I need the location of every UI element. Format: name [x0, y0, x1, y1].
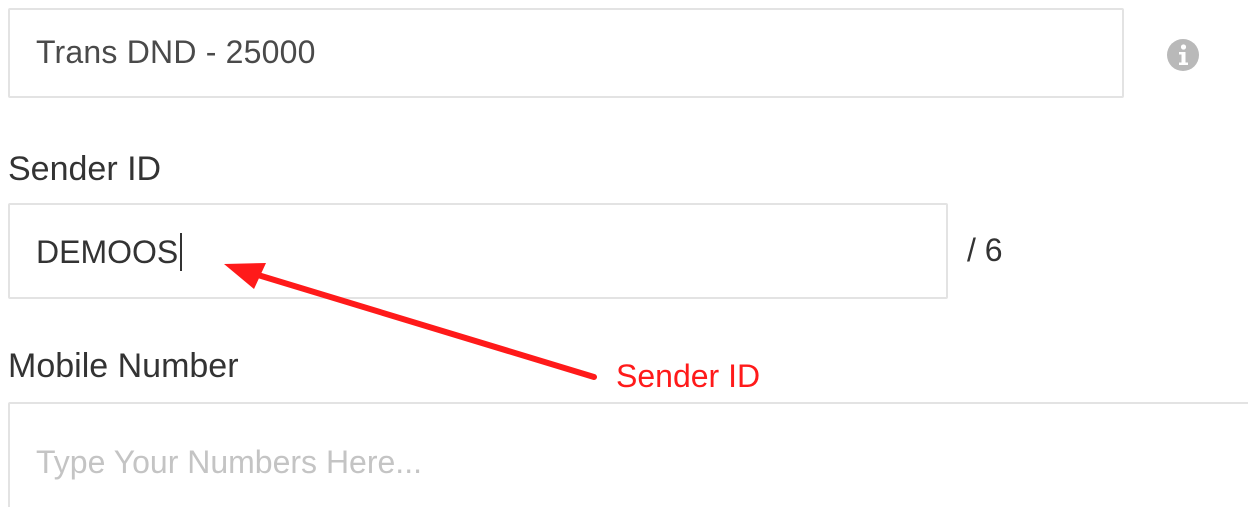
- mobile-number-field[interactable]: [8, 402, 1248, 507]
- mobile-number-label: Mobile Number: [8, 347, 239, 385]
- route-select[interactable]: Trans DND - 25000: [8, 8, 1124, 98]
- sender-id-char-counter: / 6: [967, 232, 1003, 268]
- sender-id-text: DEMOOS: [36, 233, 179, 270]
- route-select-value: Trans DND - 25000: [36, 34, 316, 70]
- text-caret: [180, 233, 183, 271]
- annotation-label: Sender ID: [616, 358, 761, 394]
- mobile-number-input[interactable]: [36, 444, 1036, 481]
- sender-id-value: DEMOOS: [36, 233, 183, 271]
- sender-id-label: Sender ID: [8, 150, 162, 188]
- sender-id-input[interactable]: DEMOOS: [8, 203, 948, 299]
- info-icon[interactable]: [1166, 38, 1200, 72]
